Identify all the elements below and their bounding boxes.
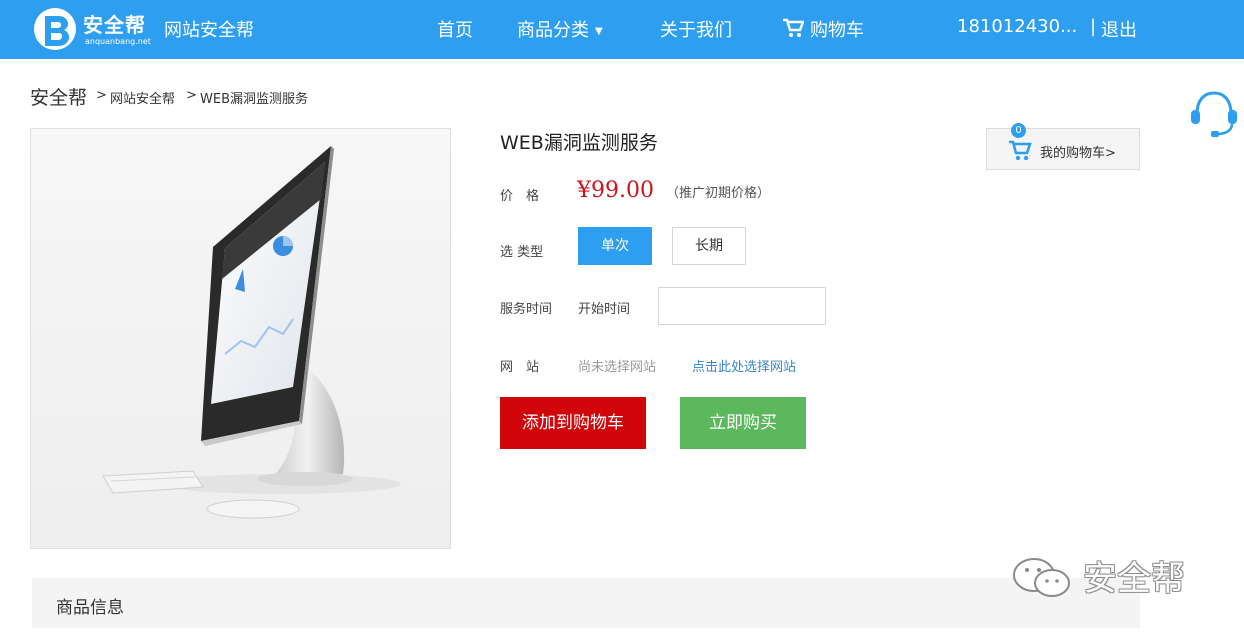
buy-now-button[interactable]: 立即购买 [680,397,806,449]
headset-icon[interactable] [1187,88,1241,138]
start-time-label: 开始时间 [578,302,631,317]
add-to-cart-button[interactable]: 添加到购物车 [500,397,646,449]
logout-link[interactable]: 退出 [1101,16,1137,42]
nav-categories-label: 商品分类 [517,20,589,41]
monitor-illustration [102,146,401,519]
breadcrumb-current: WEB漏洞监测服务 [200,92,308,107]
cart-icon [1009,140,1032,161]
website-label: 网 站 [500,360,540,375]
breadcrumb-level-1[interactable]: 网站安全帮 [110,88,175,107]
type-option-single[interactable]: 单次 [578,227,652,265]
product-info-tab-bar: 商品信息 [32,578,1140,628]
b-logo-icon[interactable] [32,6,78,52]
site-name[interactable]: 网站安全帮 [164,16,254,42]
my-cart-label: 我的购物车> [1040,146,1116,161]
my-cart-button[interactable]: 0 我的购物车> [986,123,1140,170]
start-time-input[interactable] [658,287,826,325]
nav-categories[interactable]: 商品分类 ▼ [517,16,603,42]
wechat-icon [1013,558,1070,597]
type-label: 选 类型 [500,245,544,260]
select-website-link[interactable]: 点击此处选择网站 [692,356,796,375]
nav-cart[interactable]: 购物车 [782,16,864,42]
breadcrumb-home[interactable]: 安全帮 [30,83,87,110]
breadcrumb-sep-1: > [96,88,107,103]
tab-product-info[interactable]: 商品信息 [56,593,124,618]
header-separator: | [1090,16,1097,37]
service-time-label: 服务时间 [500,302,553,317]
website-value: 尚未选择网站 [578,360,657,375]
wechat-watermark: 安全帮 [1008,553,1208,603]
brand-name[interactable]: 安全帮 [83,9,146,38]
top-navbar: 安全帮 anquanbang.net 网站安全帮 首页 商品分类 ▼ 关于我们 购… [0,0,1244,59]
caret-down-icon: ▼ [595,26,603,37]
cart-count-badge: 0 [1011,123,1026,138]
user-account[interactable]: 181012430... [957,16,1077,37]
watermark-text: 安全帮 [1083,559,1185,599]
product-image [30,128,451,549]
product-title: WEB漏洞监测服务 [500,132,658,154]
price-note: （推广初期价格） [666,186,771,201]
product-price: ¥99.00 [577,178,654,203]
nav-home[interactable]: 首页 [437,16,473,42]
nav-cart-label: 购物车 [810,20,864,41]
breadcrumb-sep-2: > [186,88,197,103]
brand-domain: anquanbang.net [85,37,151,46]
type-option-long-term[interactable]: 长期 [672,227,746,265]
price-label: 价 格 [500,189,540,204]
cart-icon [783,18,805,37]
nav-about[interactable]: 关于我们 [660,16,732,42]
